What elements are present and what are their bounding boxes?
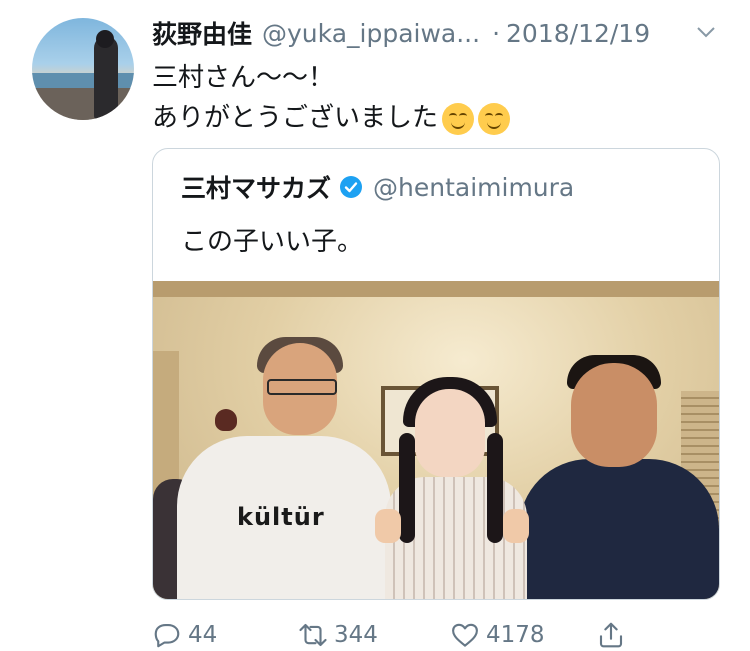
like-button[interactable]: 4178: [450, 618, 545, 651]
retweet-icon: [299, 623, 327, 646]
smiling-face-icon: [442, 102, 475, 135]
tweet-text-line2: ありがとうございました: [152, 103, 439, 133]
author-name[interactable]: 荻野由佳: [152, 15, 252, 51]
retweet-count: 344: [334, 621, 378, 648]
photo-peace-sign-right: [503, 509, 529, 543]
smiling-face-icon: [478, 102, 511, 135]
avatar-figure: [94, 36, 118, 120]
tweet-text-line1: 三村さん〜〜！: [152, 63, 335, 93]
photo-girl-face: [415, 389, 485, 477]
quoted-tweet-photo[interactable]: kültür: [153, 281, 719, 599]
tweet-header: 荻野由佳 @yuka_ippaiwa... · 2018/12/19: [152, 14, 650, 52]
tweet-actions: 44 344 4178: [152, 618, 712, 651]
avatar-figure-head: [96, 30, 114, 48]
quoted-author-name: 三村マサカズ: [181, 174, 332, 203]
reply-button[interactable]: 44: [152, 618, 217, 651]
verified-badge-icon: [340, 176, 363, 198]
like-count: 4178: [486, 621, 545, 648]
share-button[interactable]: [596, 618, 632, 651]
quoted-author-handle: @hentaimimura: [373, 172, 575, 202]
separator-dot: ·: [492, 18, 501, 48]
quoted-tweet-card[interactable]: 三村マサカズ @hentaimimura この子いい子。 kültür: [152, 148, 720, 600]
author-avatar[interactable]: [32, 18, 134, 120]
photo-man-right-sweater: [519, 459, 719, 599]
photo-lamp: [215, 409, 237, 431]
tweet-date[interactable]: 2018/12/19: [506, 19, 650, 48]
reply-icon: [154, 623, 180, 647]
retweet-button[interactable]: 344: [298, 618, 378, 651]
reply-count: 44: [188, 621, 218, 648]
quoted-tweet-text: この子いい子。: [181, 227, 364, 257]
photo-shirt-text: kültür: [237, 503, 325, 531]
chevron-down-icon[interactable]: [694, 20, 718, 44]
tweet-text: 三村さん〜〜！ ありがとうございました: [152, 58, 511, 138]
quoted-tweet-header: 三村マサカズ @hentaimimura: [181, 169, 574, 205]
photo-ceiling: [153, 281, 719, 297]
photo-girl-right-pigtail: [487, 433, 503, 543]
photo-man-right-face: [571, 363, 657, 467]
photo-glasses: [267, 379, 337, 395]
photo-girl-left-pigtail: [399, 433, 415, 543]
photo-peace-sign-left: [375, 509, 401, 543]
author-handle[interactable]: @yuka_ippaiwa...: [262, 19, 480, 48]
heart-icon: [452, 623, 478, 647]
share-icon: [599, 622, 623, 647]
avatar-railing: [32, 88, 134, 120]
